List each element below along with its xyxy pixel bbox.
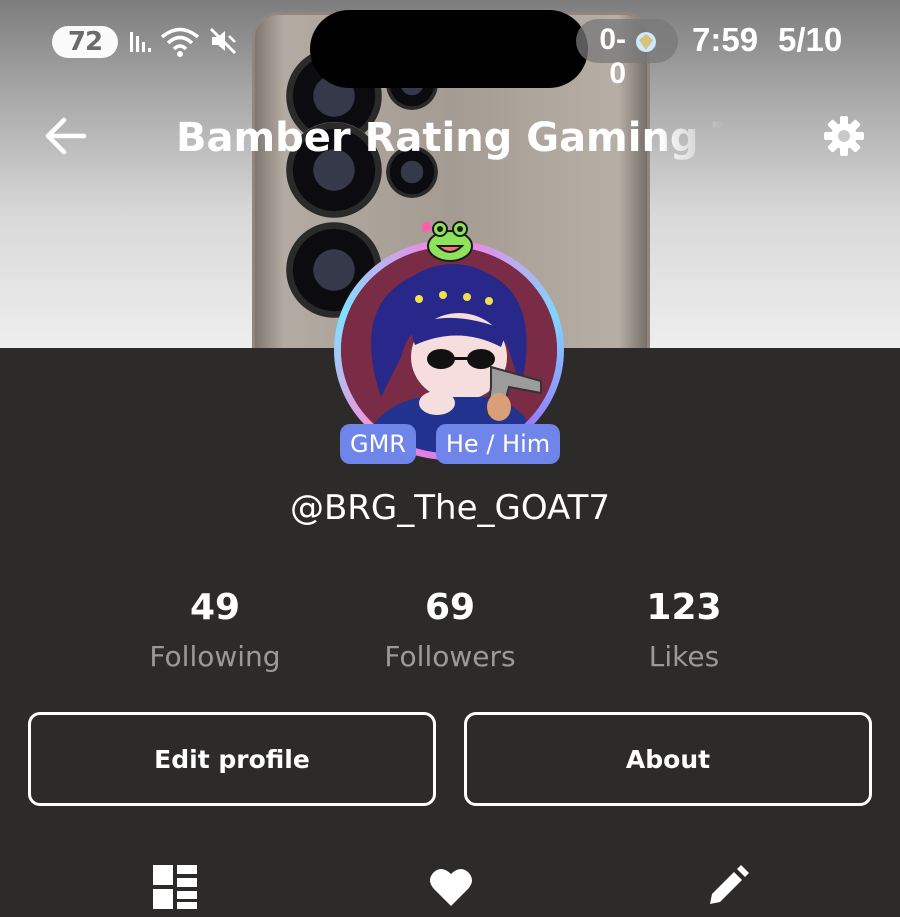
pencil-icon [710,865,749,904]
edit-profile-button[interactable]: Edit profile [28,712,436,806]
live-score-pill: 0-0 [576,19,678,90]
signal-icon [130,32,151,52]
mute-icon [209,27,237,55]
stat-label: Following [149,640,281,673]
tab-likes[interactable] [428,864,474,910]
date: 5/10 [778,21,843,58]
battery-indicator: 72 [52,26,118,58]
grid-icon [153,865,197,909]
about-button[interactable]: About [464,712,872,806]
arrow-left-icon [45,117,87,155]
username: @BRG_The_GOAT7 [289,488,611,528]
gear-icon [824,116,864,156]
score-text: 0-0 [599,23,626,90]
stat-label: Followers [384,640,516,673]
stat-value: 123 [646,587,722,628]
tag-gmr: GMR [340,424,416,464]
stat-label: Likes [648,640,720,673]
back-button[interactable] [44,114,88,158]
team-crest-icon [636,32,656,52]
stat-value: 49 [189,587,241,628]
stat-value: 69 [424,587,476,628]
settings-button[interactable] [822,114,866,158]
tab-posts[interactable] [152,864,198,910]
frog-badge-icon [421,221,473,262]
tab-drafts[interactable] [704,864,750,910]
stat-following[interactable]: 49 Following [115,584,315,682]
wifi-icon [160,27,200,57]
heart-icon [430,868,472,906]
clock: 7:59 [692,21,759,58]
status-bar: 72 0-0 7:59 5/10 [0,0,900,90]
stat-likes[interactable]: 123 Likes [584,584,784,682]
stat-followers[interactable]: 69 Followers [350,584,550,682]
avatar-artwork [341,247,557,453]
tag-pronouns: He / Him [436,424,560,464]
camera-notch [310,10,588,88]
page-title: Bamber Rating Gaming The GOAT [176,115,724,161]
